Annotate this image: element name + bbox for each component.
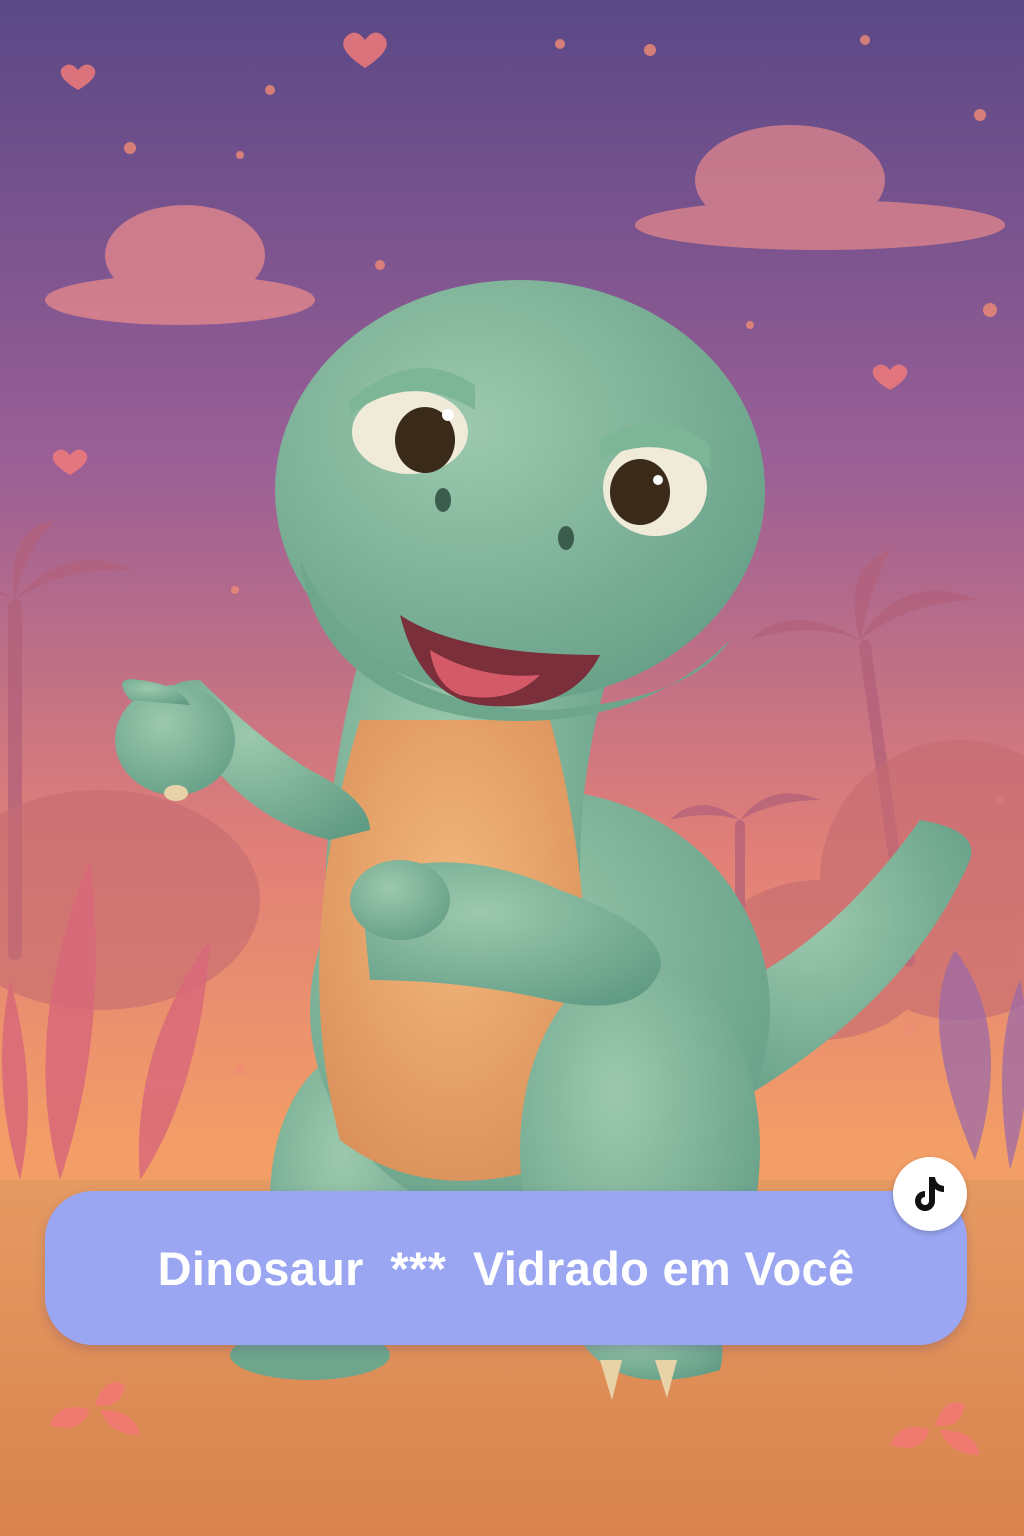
caption-banner: Dinosaur *** Vidrado em Você xyxy=(45,1191,967,1345)
tiktok-logo-icon[interactable] xyxy=(893,1157,967,1231)
caption-text: Dinosaur *** Vidrado em Você xyxy=(157,1241,855,1295)
